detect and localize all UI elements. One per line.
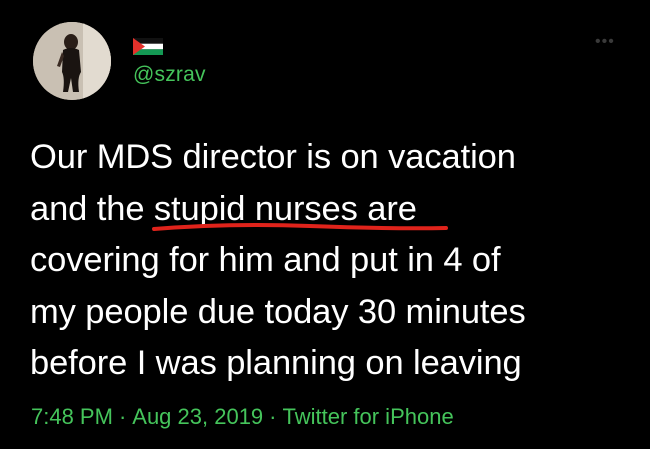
tweet-card: @szrav ••• Our MDS director is on vacati… <box>0 0 650 449</box>
meta-separator: · <box>118 404 127 429</box>
avatar[interactable] <box>33 22 111 100</box>
palestine-flag-icon <box>133 38 163 55</box>
tweet-metadata: 7:48 PM · Aug 23, 2019 · Twitter for iPhone <box>31 404 454 430</box>
avatar-photo <box>33 22 111 100</box>
tweet-date[interactable]: Aug 23, 2019 <box>132 404 263 429</box>
tweet-time[interactable]: 7:48 PM <box>31 404 113 429</box>
user-handle[interactable]: @szrav <box>133 63 206 87</box>
tweet-source[interactable]: Twitter for iPhone <box>283 404 454 429</box>
more-options-icon[interactable]: ••• <box>595 34 615 50</box>
meta-separator: · <box>269 404 277 429</box>
tweet-text: Our MDS director is on vacation and the … <box>30 138 526 382</box>
